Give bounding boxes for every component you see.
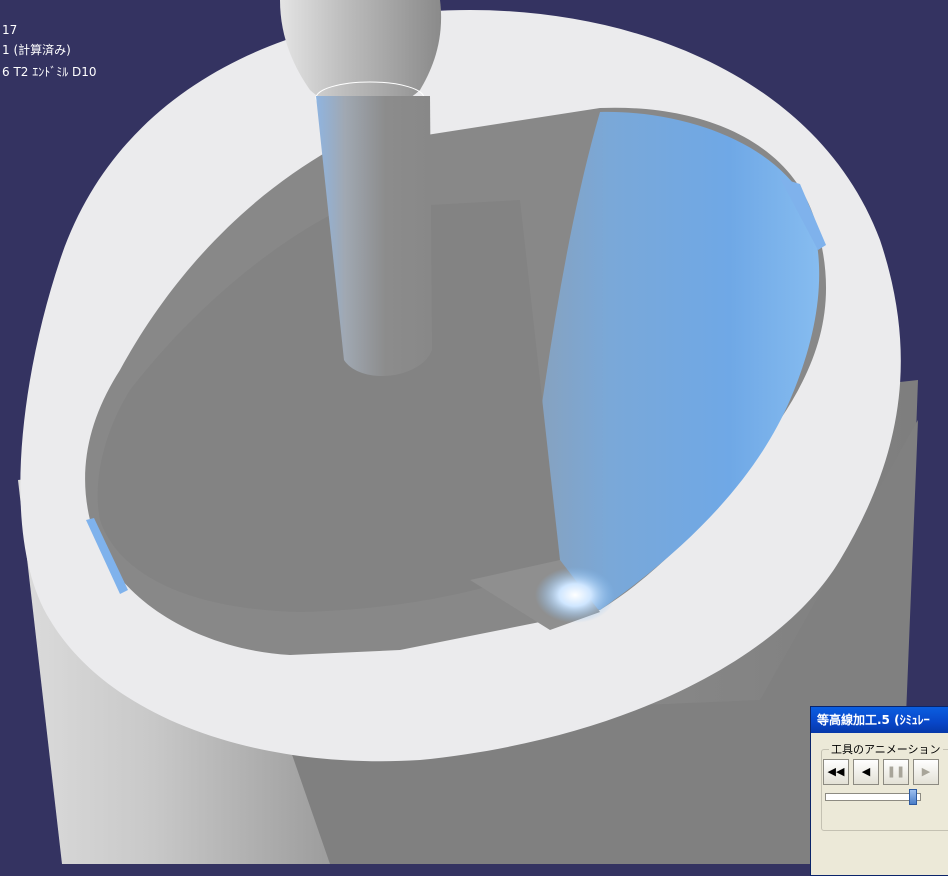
step-back-icon: ◀ [861,765,871,778]
animation-slider-thumb[interactable] [908,789,917,805]
info-line-count: 17 [2,23,18,37]
play-button[interactable]: ▶ [913,759,939,785]
info-line-status: 1 (計算済み) [2,43,71,57]
animation-slider-track[interactable] [825,793,921,801]
rewind-icon: ◀◀ [827,765,845,778]
rewind-button[interactable]: ◀◀ [823,759,849,785]
info-line-tool: 6 T2 ｴﾝﾄﾞﾐﾙ D10 [2,65,97,79]
step-back-button[interactable]: ◀ [853,759,879,785]
dialog-title-bar[interactable]: 等高線加工.5 (ｼﾐｭﾚｰ [811,707,948,733]
pause-button[interactable]: ❚❚ [883,759,909,785]
pause-icon: ❚❚ [886,765,906,778]
simulation-dialog[interactable]: 等高線加工.5 (ｼﾐｭﾚｰ 工具のアニメーション ◀◀ ◀ ❚❚ ▶ [810,706,948,876]
tool-animation-label: 工具のアニメーション [829,741,943,757]
play-icon: ▶ [921,765,931,778]
3d-viewport[interactable] [0,0,948,864]
tool-contact-highlight [535,567,615,623]
